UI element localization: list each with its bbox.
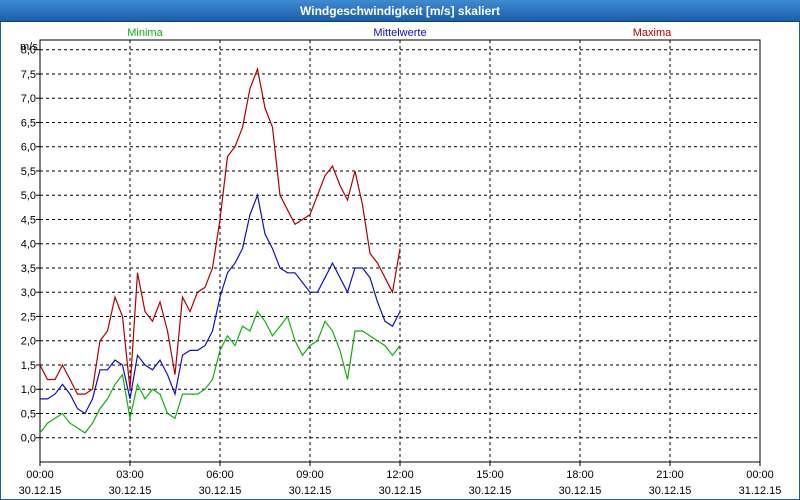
x-tick-label-time: 06:00	[206, 469, 234, 481]
y-axis-tick-labels: 0,0 0,5 1,0 1,5 2,0 2,5 3,0 3,5 4,0 4,5 5,0 5,5 6,0 6…	[21, 45, 36, 445]
y-tick-label: 4,5	[21, 214, 36, 226]
x-tick-label-time: 03:00	[116, 469, 144, 481]
grid-lines	[36, 40, 761, 466]
y-tick-label: 2,5	[21, 311, 36, 323]
x-tick-label-time: 12:00	[386, 469, 414, 481]
y-tick-label: 2,0	[21, 336, 36, 348]
legend-maxima: Maxima	[633, 27, 672, 39]
x-tick-label-time: 00:00	[746, 469, 774, 481]
y-tick-label: 1,0	[21, 384, 36, 396]
x-tick-label-date: 30.12.15	[19, 485, 62, 497]
x-tick-label-date: 30.12.15	[199, 485, 242, 497]
x-tick-label-date: 30.12.15	[469, 485, 512, 497]
y-tick-label: 7,5	[21, 69, 36, 81]
y-tick-label: 3,0	[21, 287, 36, 299]
x-tick-label-date: 30.12.15	[109, 485, 152, 497]
y-tick-label: 7,0	[21, 93, 36, 105]
y-tick-label: 0,0	[21, 433, 36, 445]
x-tick-label-date: 30.12.15	[559, 485, 602, 497]
y-tick-label: 1,5	[21, 360, 36, 372]
x-tick-label-time: 00:00	[26, 469, 54, 481]
legend: Minima Mittelwerte Maxima	[127, 27, 672, 39]
x-axis-tick-labels: 00:00 30.12.15 03:00 30.12.15 06:00 30.12.15 0…	[19, 469, 782, 497]
y-axis-label: m/s	[20, 41, 38, 53]
x-tick-label-time: 21:00	[656, 469, 684, 481]
legend-minima: Minima	[127, 27, 163, 39]
y-tick-label: 5,0	[21, 190, 36, 202]
y-tick-label: 6,0	[21, 142, 36, 154]
x-tick-label-time: 18:00	[566, 469, 594, 481]
x-tick-label-date: 30.12.15	[379, 485, 422, 497]
x-tick-label-time: 15:00	[476, 469, 504, 481]
x-tick-label-time: 09:00	[296, 469, 324, 481]
y-tick-label: 6,5	[21, 117, 36, 129]
legend-mittelwerte: Mittelwerte	[373, 27, 426, 39]
y-tick-label: 4,0	[21, 239, 36, 251]
x-tick-label-date: 30.12.15	[289, 485, 332, 497]
y-tick-label: 5,5	[21, 166, 36, 178]
series-line-maxima	[39, 66, 401, 395]
wind-speed-chart: 0,0 0,5 1,0 1,5 2,0 2,5 3,0 3,5 4,0 4,5 5,0 5,5 6,0 6…	[19, 27, 782, 497]
x-tick-label-date: 31.12.15	[739, 485, 782, 497]
x-tick-label-date: 30.12.15	[649, 485, 692, 497]
y-tick-label: 0,5	[21, 408, 36, 420]
y-tick-label: 3,5	[21, 263, 36, 275]
